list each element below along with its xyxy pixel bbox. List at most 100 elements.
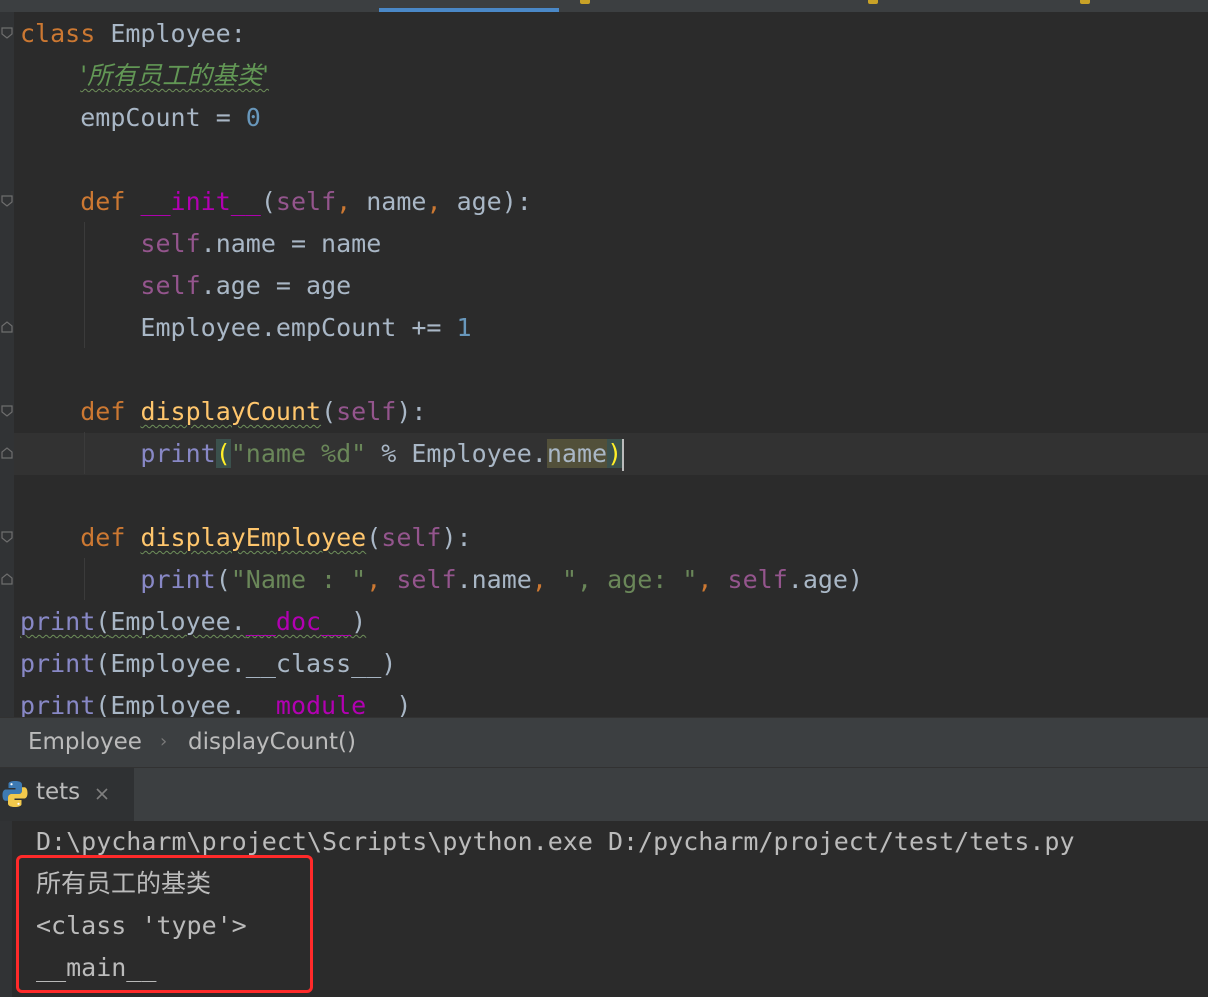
punctuation: ) (396, 691, 412, 717)
class-name: Employee (110, 19, 231, 48)
run-tab-label: tets (36, 779, 81, 805)
code-line[interactable]: print("Name : ", self.name, ", age: ", s… (20, 559, 863, 601)
fold-end-icon[interactable] (1, 447, 13, 459)
run-tab-tets[interactable]: tets (0, 768, 134, 822)
punctuation: ( (321, 397, 337, 426)
punctuation: ) (847, 565, 864, 594)
builtin-function: print (140, 565, 216, 594)
code-line[interactable]: def displayEmployee(self): (20, 517, 472, 559)
expression: = name (275, 229, 382, 258)
builtin-function: print (20, 607, 96, 636)
file-tab-icon[interactable] (580, 0, 590, 4)
punctuation: ( (95, 649, 111, 678)
highlight-box (16, 855, 313, 993)
attribute: .name (456, 565, 532, 594)
fold-marker-icon[interactable] (1, 195, 13, 207)
builtin-function: print (20, 649, 96, 678)
run-console[interactable]: D:\pycharm\project\Scripts\python.exe D:… (0, 821, 1208, 997)
close-icon[interactable] (94, 786, 110, 802)
breadcrumb: Employee › displayCount() (0, 717, 1208, 768)
string-literal: ", age: " (561, 565, 698, 594)
punctuation: ) (381, 649, 397, 678)
code-line[interactable]: class Employee: (20, 13, 246, 55)
breadcrumb-item-method[interactable]: displayCount() (188, 729, 356, 755)
docstring: '所有员工的基类' (80, 61, 269, 90)
attribute-highlighted: name (546, 439, 608, 468)
fold-end-icon[interactable] (1, 573, 13, 585)
punctuation: : (230, 19, 246, 48)
builtin-function: print (20, 691, 96, 717)
code-line[interactable]: self.age = age (20, 265, 351, 307)
keyword: def (80, 397, 126, 426)
code-line[interactable]: def __init__(self, name, age): (20, 181, 532, 223)
string-literal: "name %d" (230, 439, 367, 468)
punctuation: , (697, 565, 713, 594)
file-tab-icon[interactable] (868, 0, 878, 4)
code-line[interactable]: def displayCount(self): (20, 391, 426, 433)
code-line[interactable]: self.name = name (20, 223, 381, 265)
expression: Employee.empCount += (140, 313, 457, 342)
self-param: self (381, 523, 442, 552)
code-line[interactable]: Employee.empCount += 1 (20, 307, 472, 349)
self-ref: self (396, 565, 457, 594)
magic-attribute: __doc__ (245, 607, 352, 636)
method-name: __init__ (140, 187, 261, 216)
file-tab-icon[interactable] (1080, 0, 1090, 4)
keyword: class (20, 19, 96, 48)
punctuation: ( (95, 607, 111, 636)
expression: % Employee. (366, 439, 547, 468)
run-tool-window-tabs: tets (0, 767, 1208, 822)
keyword: def (80, 523, 126, 552)
punctuation: ( (215, 565, 231, 594)
self-ref: self (727, 565, 788, 594)
matched-paren: ) (607, 439, 623, 468)
code-line[interactable]: '所有员工的基类' (20, 55, 269, 97)
attribute: .age (787, 565, 848, 594)
editor-tab-bar[interactable] (0, 0, 1208, 12)
punctuation: ( (366, 523, 382, 552)
expression: = age (260, 271, 352, 300)
punctuation: , (336, 187, 352, 216)
text-cursor (622, 439, 625, 471)
editor-gutter[interactable] (0, 12, 14, 717)
self-ref: self (140, 229, 201, 258)
code-editor[interactable]: class Employee: '所有员工的基类' empCount = 0 d… (0, 12, 1208, 717)
string-literal: "Name : " (230, 565, 367, 594)
expression: Employee. (110, 691, 246, 717)
magic-attribute: __module__ (245, 691, 397, 717)
code-line[interactable]: print(Employee.__module__) (20, 685, 411, 717)
punctuation: , (426, 187, 442, 216)
keyword: def (80, 187, 126, 216)
attribute: .age (200, 271, 261, 300)
punctuation: , (366, 565, 382, 594)
fold-marker-icon[interactable] (1, 405, 13, 417)
punctuation: ): (396, 397, 427, 426)
breadcrumb-item-class[interactable]: Employee (28, 729, 142, 755)
parameter: name (351, 187, 427, 216)
parameter: age (441, 187, 502, 216)
number-literal: 1 (456, 313, 472, 342)
code-line-current[interactable]: print("name %d" % Employee.name) (20, 433, 625, 475)
matched-paren: ( (215, 439, 231, 468)
magic-attribute: __class__ (245, 649, 382, 678)
punctuation: ) (351, 607, 367, 636)
expression: Employee. (110, 649, 246, 678)
code-line[interactable]: print(Employee.__doc__) (20, 601, 366, 643)
attribute: .name (200, 229, 276, 258)
operator: = (200, 103, 246, 132)
python-icon (2, 781, 28, 807)
fold-marker-icon[interactable] (1, 27, 13, 39)
punctuation: , (531, 565, 547, 594)
expression: Employee. (110, 607, 246, 636)
punctuation: ): (501, 187, 532, 216)
fold-end-icon[interactable] (1, 321, 13, 333)
number-literal: 0 (245, 103, 261, 132)
code-line[interactable]: empCount = 0 (20, 97, 261, 139)
punctuation: ): (441, 523, 472, 552)
method-name: displayEmployee (140, 523, 367, 552)
console-gutter (0, 821, 12, 997)
breadcrumb-separator: › (160, 731, 168, 752)
code-line[interactable]: print(Employee.__class__) (20, 643, 396, 685)
method-name: displayCount (140, 397, 322, 426)
fold-marker-icon[interactable] (1, 531, 13, 543)
